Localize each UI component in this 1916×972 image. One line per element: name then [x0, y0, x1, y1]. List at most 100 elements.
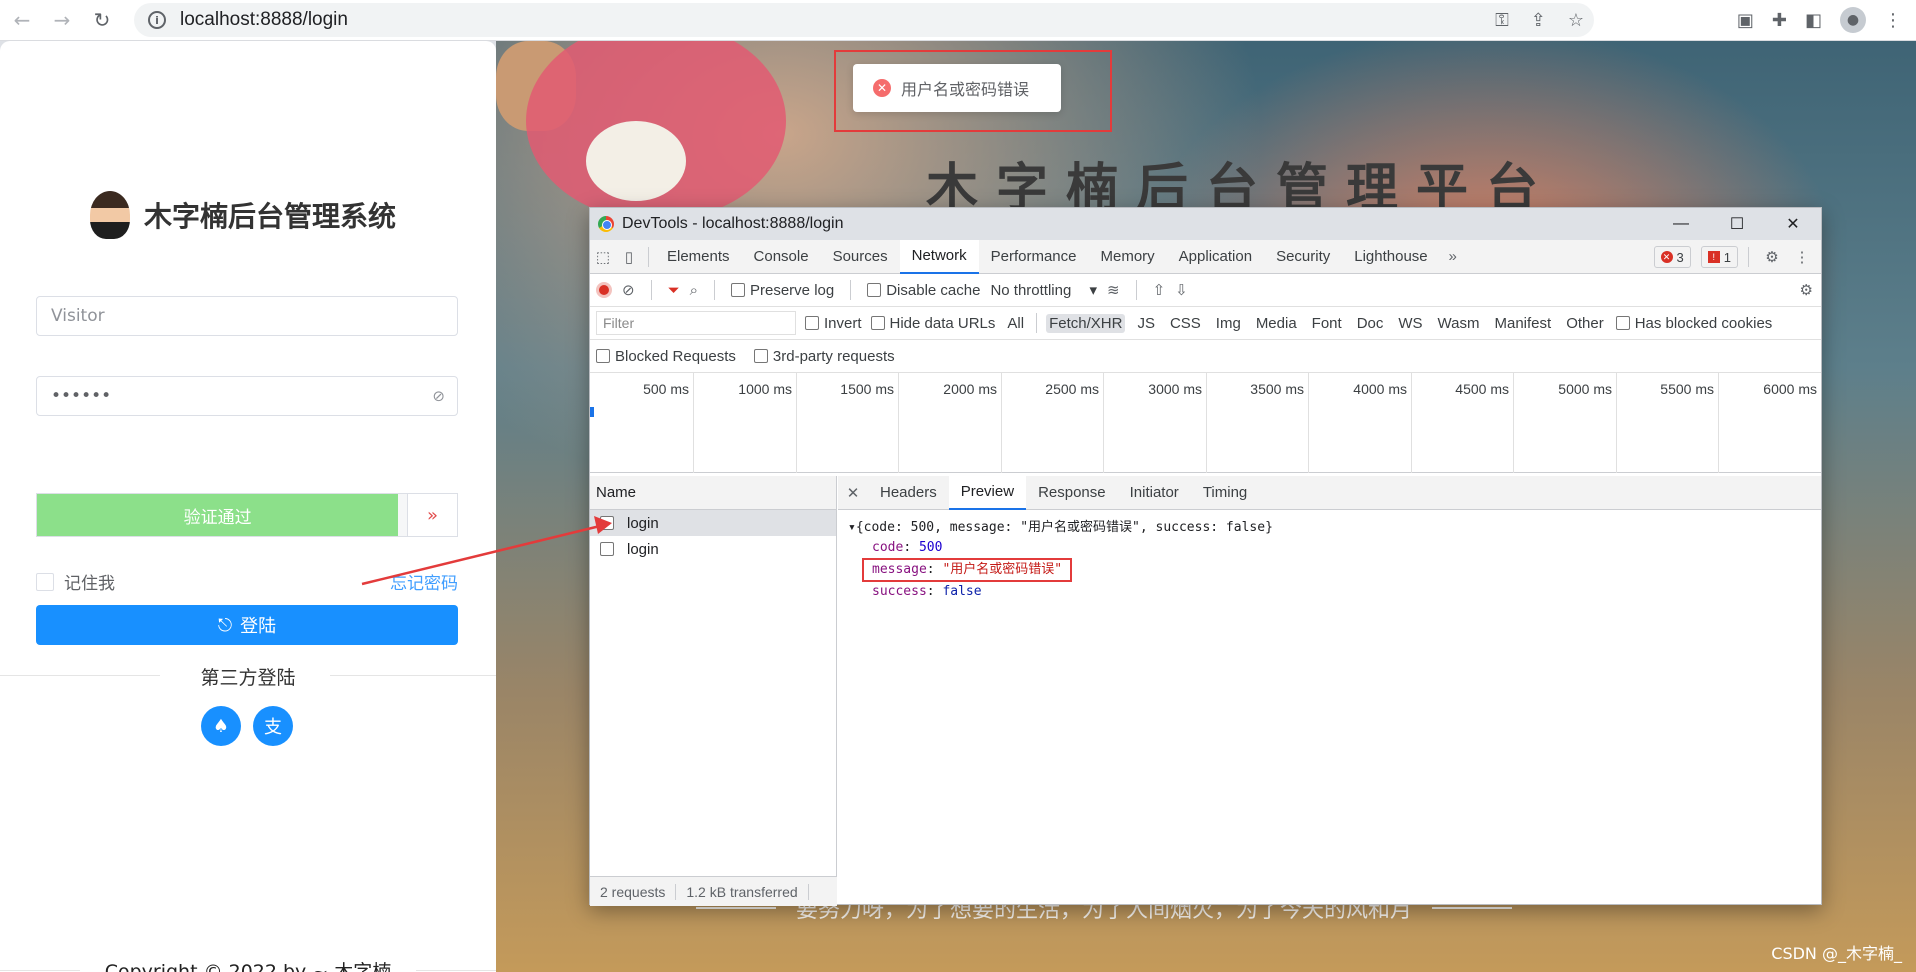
tab-preview[interactable]: Preview	[948, 475, 1027, 510]
issue-badge[interactable]: ! 1	[1700, 246, 1738, 268]
menu-kebab-icon[interactable]: ⋮	[1789, 240, 1815, 274]
chrome-logo-icon	[598, 216, 614, 232]
third-party-requests-checkbox[interactable]: 3rd-party requests	[753, 348, 895, 365]
type-filter-wasm[interactable]: Wasm	[1435, 314, 1483, 333]
type-filter-img[interactable]: Img	[1213, 314, 1244, 333]
type-filter-js[interactable]: JS	[1134, 314, 1158, 333]
type-filter-media[interactable]: Media	[1253, 314, 1300, 333]
back-icon[interactable]: ←	[4, 2, 40, 38]
verify-slider[interactable]: 验证通过 »	[36, 493, 458, 537]
type-filter-other[interactable]: Other	[1563, 314, 1607, 333]
share-icon[interactable]: ⇪	[1531, 10, 1546, 31]
request-list: Name login login 2 requests 1.2 kB trans…	[590, 476, 837, 906]
inspect-element-icon[interactable]: ⬚	[590, 240, 616, 274]
site-info-icon[interactable]: i	[148, 11, 166, 29]
tab-elements[interactable]: Elements	[655, 240, 742, 274]
filter-placeholder: Filter	[603, 315, 635, 331]
tab-timing[interactable]: Timing	[1191, 476, 1259, 510]
checkbox[interactable]	[753, 349, 768, 363]
puzzle-icon[interactable]: ✚	[1772, 10, 1787, 31]
tab-initiator[interactable]: Initiator	[1118, 476, 1191, 510]
tab-memory[interactable]: Memory	[1089, 240, 1167, 274]
tab-lighthouse[interactable]: Lighthouse	[1342, 240, 1439, 274]
checkbox[interactable]	[731, 283, 745, 297]
expand-triangle-icon[interactable]: ▾	[848, 520, 856, 535]
password-field[interactable]: •••••• ⊘	[36, 376, 458, 416]
preserve-log-checkbox[interactable]: Preserve log	[731, 282, 834, 299]
json-summary-row[interactable]: ▾{code: 500, message: "用户名或密码错误", succes…	[848, 518, 1811, 538]
remember-checkbox[interactable]	[36, 572, 54, 591]
throttling-select[interactable]: No throttling ▾	[990, 281, 1097, 299]
slider-handle[interactable]: »	[407, 494, 457, 536]
reload-icon[interactable]: ↻	[84, 2, 120, 38]
error-badge[interactable]: ✕ 3	[1653, 246, 1691, 268]
type-filter-fetch-xhr[interactable]: Fetch/XHR	[1046, 313, 1126, 333]
type-filter-css[interactable]: CSS	[1167, 314, 1204, 333]
request-row[interactable]: login	[590, 536, 836, 562]
blocked-requests-checkbox[interactable]: Blocked Requests	[596, 348, 736, 365]
tick-label: 3500 ms	[1250, 381, 1304, 397]
maximize-icon[interactable]: ☐	[1709, 208, 1765, 240]
type-filter-all[interactable]: All	[1004, 314, 1027, 333]
close-icon[interactable]: ✕	[1765, 208, 1821, 240]
type-filter-manifest[interactable]: Manifest	[1492, 314, 1555, 333]
checkbox[interactable]	[867, 283, 882, 297]
footer-line	[696, 907, 776, 909]
login-button[interactable]: ⎋ 登陆	[36, 605, 458, 645]
name-column-header[interactable]: Name	[590, 476, 836, 510]
request-detail: ✕ Headers Preview Response Initiator Tim…	[838, 475, 1821, 906]
tab-console[interactable]: Console	[742, 240, 821, 274]
network-settings-icon[interactable]: ⚙	[1800, 281, 1813, 299]
forward-icon[interactable]: →	[44, 2, 80, 38]
type-filter-doc[interactable]: Doc	[1354, 314, 1387, 333]
network-timeline[interactable]: 500 ms 1000 ms 1500 ms 2000 ms 2500 ms 3…	[590, 373, 1821, 473]
import-har-icon[interactable]: ⇧	[1153, 281, 1166, 299]
close-icon[interactable]: ✕	[838, 484, 868, 502]
qq-icon[interactable]: ♠	[201, 706, 241, 746]
extension-icon[interactable]: ▣	[1737, 10, 1754, 31]
username-field[interactable]: Visitor	[36, 296, 458, 336]
minimize-icon[interactable]: —	[1653, 208, 1709, 240]
record-icon[interactable]	[596, 282, 612, 298]
network-conditions-icon[interactable]: ≋	[1107, 281, 1120, 299]
key-icon[interactable]: ⚿	[1495, 10, 1509, 31]
tab-performance[interactable]: Performance	[979, 240, 1089, 274]
menu-kebab-icon[interactable]: ⋮	[1884, 10, 1902, 31]
type-filter-font[interactable]: Font	[1309, 314, 1345, 333]
invert-checkbox[interactable]: Invert	[805, 315, 862, 332]
tab-sources[interactable]: Sources	[821, 240, 900, 274]
type-filter-ws[interactable]: WS	[1395, 314, 1425, 333]
clear-icon[interactable]: ⊘	[622, 281, 635, 299]
tab-application[interactable]: Application	[1167, 240, 1264, 274]
eye-off-icon[interactable]: ⊘	[432, 387, 445, 405]
has-blocked-cookies-checkbox[interactable]: Has blocked cookies	[1615, 315, 1772, 332]
tab-headers[interactable]: Headers	[868, 476, 949, 510]
remember-me[interactable]: 记住我	[36, 569, 115, 594]
address-bar[interactable]: i localhost:8888/login ⚿ ⇪ ☆	[134, 3, 1594, 37]
forgot-password-link[interactable]: 忘记密码	[390, 569, 458, 594]
checkbox[interactable]	[1615, 316, 1630, 330]
login-icon: ⎋	[217, 614, 233, 636]
bookmark-star-icon[interactable]: ☆	[1568, 10, 1584, 31]
checkbox[interactable]	[870, 316, 885, 330]
filter-input[interactable]: Filter	[596, 311, 796, 335]
export-har-icon[interactable]: ⇩	[1175, 281, 1188, 299]
tab-network[interactable]: Network	[899, 239, 979, 274]
filter-funnel-icon[interactable]: ⏷	[668, 282, 680, 299]
disable-cache-checkbox[interactable]: Disable cache	[867, 282, 980, 299]
json-message-row: message: "用户名或密码错误"	[848, 558, 1811, 582]
tab-security[interactable]: Security	[1264, 240, 1342, 274]
search-icon[interactable]: ⌕	[690, 282, 698, 299]
hide-data-urls-checkbox[interactable]: Hide data URLs	[870, 315, 995, 332]
profile-avatar-icon[interactable]: ●	[1840, 7, 1866, 33]
blocked-requests-label: Blocked Requests	[615, 347, 736, 365]
settings-gear-icon[interactable]: ⚙	[1759, 240, 1785, 274]
checkbox[interactable]	[596, 349, 610, 363]
request-row[interactable]: login	[590, 510, 836, 536]
checkbox[interactable]	[805, 316, 819, 330]
side-panel-icon[interactable]: ◧	[1805, 10, 1822, 31]
alipay-icon[interactable]: 支	[253, 706, 293, 746]
more-tabs-icon[interactable]: »	[1440, 240, 1466, 274]
tab-response[interactable]: Response	[1026, 476, 1118, 510]
device-toolbar-icon[interactable]: ▯	[616, 240, 642, 274]
